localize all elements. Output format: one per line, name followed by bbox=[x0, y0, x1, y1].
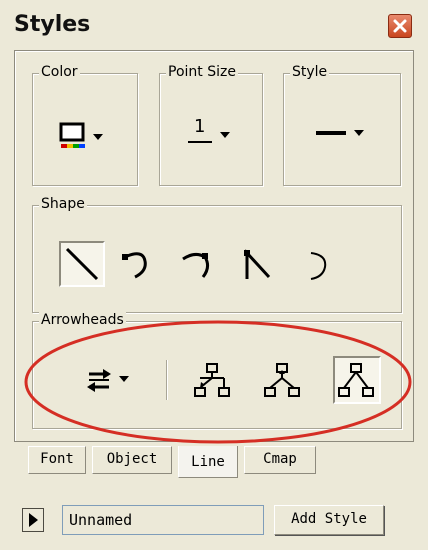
tab-object[interactable]: Object bbox=[92, 446, 172, 474]
no-arrow-tree-button[interactable] bbox=[333, 356, 381, 404]
line-style-dropdown[interactable] bbox=[316, 118, 376, 148]
arrowheads-group: Arrowheads bbox=[32, 312, 402, 429]
line-color-icon bbox=[59, 122, 103, 148]
style-group-label: Style bbox=[290, 64, 330, 80]
arrow-to-child-button[interactable] bbox=[191, 360, 235, 402]
add-style-button-label: Add Style bbox=[291, 511, 367, 527]
window-title: Styles bbox=[14, 12, 91, 37]
curved-left-shape-button[interactable] bbox=[117, 245, 161, 285]
expand-button[interactable] bbox=[22, 508, 44, 532]
color-picker-button[interactable] bbox=[59, 118, 117, 154]
add-style-button[interactable]: Add Style bbox=[274, 505, 384, 535]
tab-font[interactable]: Font bbox=[28, 446, 86, 474]
style-name-field[interactable] bbox=[62, 505, 264, 535]
curved-right-shape-icon bbox=[182, 252, 210, 278]
tab-line-label: Line bbox=[191, 454, 225, 470]
color-group: Color bbox=[32, 64, 138, 186]
style-group: Style bbox=[283, 64, 401, 186]
curved-left-shape-icon bbox=[122, 252, 147, 279]
point-size-group-label: Point Size bbox=[166, 64, 238, 80]
arc-shape-icon bbox=[310, 252, 327, 280]
arrowheads-group-label: Arrowheads bbox=[39, 312, 126, 328]
shape-group: Shape bbox=[32, 196, 402, 313]
elbow-shape-button[interactable] bbox=[237, 245, 281, 285]
arrow-direction-icon bbox=[87, 369, 129, 392]
straight-line-shape-button[interactable] bbox=[59, 241, 105, 287]
no-arrow-tree-icon bbox=[338, 363, 374, 397]
shape-group-label: Shape bbox=[39, 196, 87, 212]
point-size-underline-icon bbox=[188, 132, 230, 143]
color-group-label: Color bbox=[39, 64, 80, 80]
close-icon bbox=[393, 19, 407, 33]
play-icon bbox=[29, 513, 38, 527]
arrow-from-parent-icon bbox=[264, 363, 300, 397]
chevron-down-icon bbox=[354, 130, 364, 136]
solid-line-icon bbox=[316, 130, 364, 136]
point-size-dropdown[interactable]: 1 bbox=[188, 114, 242, 154]
arrow-to-child-icon bbox=[194, 363, 230, 397]
styles-window: Styles Color Point Size 1 Style Shape Ar… bbox=[0, 0, 428, 550]
arrow-direction-dropdown[interactable] bbox=[83, 360, 145, 402]
close-button[interactable] bbox=[388, 14, 412, 38]
tab-line[interactable]: Line bbox=[178, 446, 238, 478]
tab-font-label: Font bbox=[40, 451, 74, 467]
point-size-group: Point Size 1 bbox=[159, 64, 263, 186]
styles-content: Color Point Size 1 Style Shape Arrowhead… bbox=[14, 50, 414, 442]
tab-object-label: Object bbox=[106, 451, 158, 467]
tab-cmap[interactable]: Cmap bbox=[244, 446, 316, 474]
tab-cmap-label: Cmap bbox=[263, 451, 297, 467]
curved-right-shape-button[interactable] bbox=[177, 245, 221, 285]
chevron-down-icon bbox=[93, 134, 103, 140]
arrow-from-parent-button[interactable] bbox=[261, 360, 305, 402]
arrowheads-separator bbox=[166, 360, 167, 400]
elbow-shape-icon bbox=[244, 249, 271, 279]
chevron-down-icon bbox=[119, 376, 129, 382]
arc-shape-button[interactable] bbox=[297, 245, 341, 285]
chevron-down-icon bbox=[220, 132, 230, 138]
title-bar: Styles bbox=[0, 0, 428, 46]
straight-line-shape-icon bbox=[65, 247, 99, 281]
